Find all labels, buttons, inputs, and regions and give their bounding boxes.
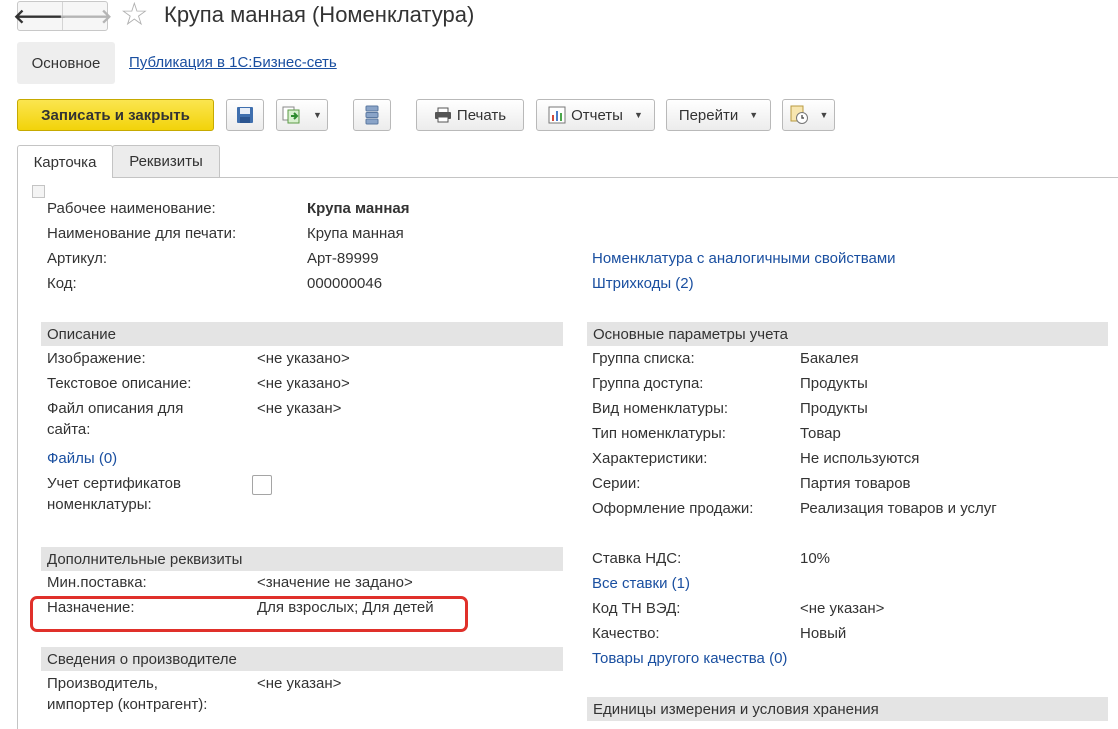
code-value: 000000046 <box>307 275 383 292</box>
panel-corner-marker <box>32 185 45 198</box>
manufacturer-group-heading[interactable]: Сведения о производителе <box>41 647 563 671</box>
site-file-label-line1: Файл описания для <box>47 400 184 417</box>
certificates-checkbox[interactable] <box>252 475 272 495</box>
dropdown-caret-icon: ▼ <box>749 110 759 120</box>
additional-group-heading[interactable]: Дополнительные реквизиты <box>41 547 563 571</box>
print-name-value: Крупа манная <box>307 225 404 242</box>
reports-button[interactable]: Отчеты ▼ <box>536 99 655 131</box>
nav-buttons: 🡐 🡒 <box>13 1 113 31</box>
min-supply-value[interactable]: <значение не задано> <box>257 574 413 591</box>
site-file-label-line2: сайта: <box>47 421 91 438</box>
tab-card[interactable]: Карточка <box>17 145 113 178</box>
accounting-row-label: Тип номенклатуры: <box>592 425 726 442</box>
print-label: Печать <box>456 106 507 124</box>
article-value: Арт-89999 <box>307 250 379 267</box>
window-title: Крупа манная (Номенклатура) <box>164 2 475 27</box>
purpose-highlight-frame <box>30 596 468 632</box>
document-clock-icon <box>790 105 808 124</box>
certificates-label-line2: номенклатуры: <box>47 496 152 513</box>
accounting-row-value[interactable]: Товар <box>800 425 841 442</box>
goto-button[interactable]: Перейти ▼ <box>666 99 771 131</box>
print-button[interactable]: Печать <box>416 99 524 131</box>
printer-icon <box>434 107 451 123</box>
text-description-value[interactable]: <не указано> <box>257 375 350 392</box>
image-value[interactable]: <не указано> <box>257 350 350 367</box>
dropdown-caret-icon: ▼ <box>819 110 829 120</box>
other-quality-link[interactable]: Товары другого качества (0) <box>592 650 787 667</box>
tnved-value[interactable]: <не указан> <box>800 600 884 617</box>
all-rates-link[interactable]: Все ставки (1) <box>592 575 690 592</box>
forward-button[interactable]: 🡒 <box>59 2 113 30</box>
article-label: Артикул: <box>47 250 108 267</box>
accounting-row-value[interactable]: Бакалея <box>800 350 859 367</box>
stack-button[interactable] <box>353 99 391 131</box>
section-main[interactable]: Основное <box>17 42 115 84</box>
create-based-icon <box>282 106 300 124</box>
accounting-row-value[interactable]: Продукты <box>800 400 868 417</box>
dropdown-caret-icon: ▼ <box>313 110 322 120</box>
history-button[interactable]: ▼ <box>782 99 835 131</box>
similar-items-link[interactable]: Номенклатура с аналогичными свойствами <box>592 250 896 267</box>
quality-value[interactable]: Новый <box>800 625 846 642</box>
accounting-row-value[interactable]: Реализация товаров и услуг <box>800 500 997 517</box>
units-group-heading[interactable]: Единицы измерения и условия хранения <box>587 697 1108 721</box>
min-supply-label: Мин.поставка: <box>47 574 147 591</box>
vat-label: Ставка НДС: <box>592 550 682 567</box>
report-chart-icon <box>548 106 566 124</box>
certificates-label-line1: Учет сертификатов <box>47 475 181 492</box>
accounting-row-label: Вид номенклатуры: <box>592 400 729 417</box>
files-link[interactable]: Файлы (0) <box>47 450 117 467</box>
producer-label-line2: импортер (контрагент): <box>47 696 208 713</box>
barcodes-link[interactable]: Штрихкоды (2) <box>592 275 694 292</box>
code-label: Код: <box>47 275 77 292</box>
reports-label: Отчеты <box>571 106 623 124</box>
work-name-value: Крупа манная <box>307 200 410 217</box>
section-publication-link[interactable]: Публикация в 1С:Бизнес-сеть <box>129 54 337 71</box>
accounting-group-heading[interactable]: Основные параметры учета <box>587 322 1108 346</box>
accounting-row-value[interactable]: Не используются <box>800 450 919 467</box>
list-stack-icon <box>365 105 379 125</box>
accounting-row-label: Оформление продажи: <box>592 500 754 517</box>
site-file-value[interactable]: <не указан> <box>257 400 341 417</box>
create-based-on-button[interactable]: ▼ <box>276 99 328 131</box>
description-group-heading[interactable]: Описание <box>41 322 563 346</box>
accounting-row-label: Группа списка: <box>592 350 695 367</box>
back-button[interactable]: 🡐 <box>13 2 67 30</box>
save-and-close-button[interactable]: Записать и закрыть <box>17 99 214 131</box>
quality-label: Качество: <box>592 625 660 642</box>
save-button[interactable] <box>226 99 264 131</box>
accounting-row-label: Группа доступа: <box>592 375 704 392</box>
floppy-disk-icon <box>237 107 253 123</box>
producer-label-line1: Производитель, <box>47 675 158 692</box>
producer-value[interactable]: <не указан> <box>257 675 341 692</box>
work-name-label: Рабочее наименование: <box>47 200 216 217</box>
vat-value[interactable]: 10% <box>800 550 830 567</box>
accounting-row-label: Характеристики: <box>592 450 708 467</box>
accounting-row-value[interactable]: Продукты <box>800 375 868 392</box>
goto-label: Перейти <box>678 106 739 124</box>
accounting-row-value[interactable]: Партия товаров <box>800 475 911 492</box>
text-description-label: Текстовое описание: <box>47 375 192 392</box>
tab-requisites[interactable]: Реквизиты <box>112 145 220 177</box>
image-label: Изображение: <box>47 350 146 367</box>
accounting-row-label: Серии: <box>592 475 641 492</box>
print-name-label: Наименование для печати: <box>47 225 237 242</box>
dropdown-caret-icon: ▼ <box>633 110 643 120</box>
arrow-right-icon: 🡒 <box>58 5 113 28</box>
favorite-star-icon[interactable]: ☆ <box>120 0 149 31</box>
tnved-label: Код ТН ВЭД: <box>592 600 681 617</box>
